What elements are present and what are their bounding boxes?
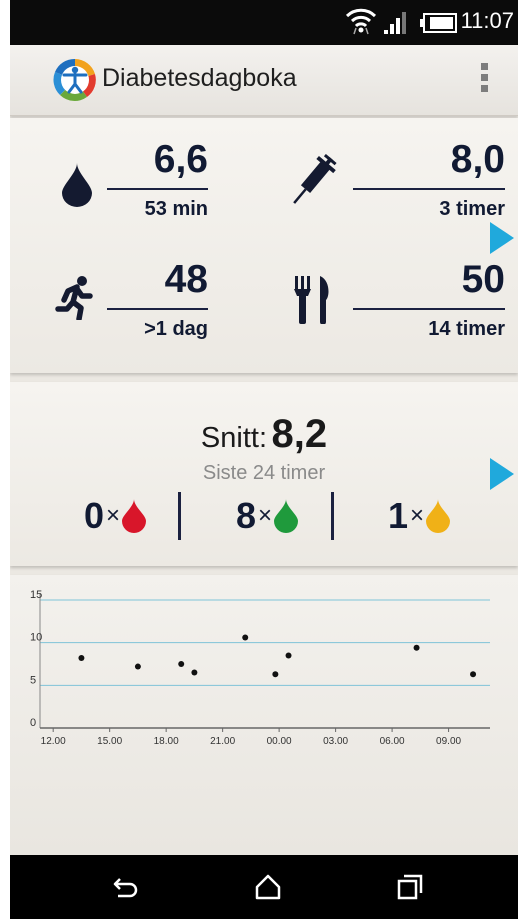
- status-bar: 11:07: [10, 0, 518, 45]
- y-tick-label: 10: [30, 632, 42, 644]
- count-high-value: 0: [84, 495, 105, 536]
- data-point: [191, 669, 198, 676]
- count-high: 0×: [84, 495, 147, 545]
- insulin-value: 8,0: [450, 138, 505, 181]
- x-tick-label: 03.00: [323, 736, 348, 747]
- data-point: [134, 663, 141, 670]
- syringe-icon: [285, 153, 345, 218]
- navigation-bar: [10, 855, 518, 919]
- latest-values-card[interactable]: 6,6 53 min 8,0 3 timer 48 >1 dag 50 14 t…: [10, 118, 518, 373]
- home-icon[interactable]: [254, 873, 282, 905]
- fork-knife-icon: [293, 276, 333, 328]
- data-point: [413, 644, 420, 651]
- data-point: [242, 634, 249, 641]
- data-point: [272, 671, 279, 678]
- app-title: Diabetesdagboka: [102, 64, 297, 92]
- average-card[interactable]: Snitt: 8,2 Siste 24 timer 0× 8× 1×: [10, 382, 518, 566]
- count-separator: [178, 492, 181, 540]
- glucose-chart-card[interactable]: 0 5 10 15 12.00 15.00 18.00 21.00 00.00 03.00 06.0…: [10, 575, 518, 855]
- x-tick-label: 06.00: [380, 736, 405, 747]
- average-label: Snitt:: [200, 422, 268, 454]
- insulin-time: 3 timer: [439, 198, 505, 220]
- app-logo-icon[interactable]: [52, 57, 98, 103]
- x-tick-label: 18.00: [154, 736, 179, 747]
- y-tick-label: 15: [30, 589, 42, 601]
- card-arrow-icon[interactable]: [490, 222, 514, 254]
- glucose-value: 6,6: [153, 138, 208, 181]
- activity-value: 48: [164, 258, 208, 301]
- phone-screen: 11:07 Diabetesdagboka 6,6 53 min 8,0 3 t…: [10, 0, 518, 919]
- back-icon[interactable]: [112, 873, 140, 905]
- x-tick-label: 21.00: [210, 736, 235, 747]
- count-normal-value: 8: [236, 495, 257, 536]
- average-text: Snitt: 8,2: [10, 412, 518, 457]
- activity-stat: 48 >1 dag: [55, 258, 275, 348]
- data-point: [285, 652, 292, 659]
- count-low-value: 1: [388, 495, 409, 536]
- glucose-time: 53 min: [144, 198, 208, 220]
- x-tick-label: 15.00: [97, 736, 122, 747]
- overflow-menu-icon[interactable]: [472, 61, 496, 101]
- signal-icon: [382, 6, 412, 40]
- card-arrow-icon[interactable]: [490, 458, 514, 490]
- action-bar: Diabetesdagboka: [10, 45, 518, 116]
- x-tick-label: 12.00: [41, 736, 66, 747]
- meal-stat: 50 14 timer: [285, 258, 505, 348]
- recent-apps-icon[interactable]: [396, 873, 424, 905]
- glucose-stat: 6,6 53 min: [62, 138, 282, 228]
- average-period: Siste 24 timer: [202, 462, 326, 484]
- red-drop-icon: [122, 499, 147, 533]
- count-low: 1×: [388, 495, 451, 545]
- average-value: 8,2: [271, 412, 328, 456]
- y-tick-label: 5: [30, 674, 36, 686]
- green-drop-icon: [274, 499, 299, 533]
- yellow-drop-icon: [426, 499, 451, 533]
- x-tick-label: 09.00: [436, 736, 461, 747]
- x-tick-label: 00.00: [267, 736, 292, 747]
- running-person-icon: [55, 276, 95, 324]
- count-separator: [331, 492, 334, 540]
- y-tick-label: 0: [30, 717, 36, 729]
- glucose-scatter-chart: 0 5 10 15 12.00 15.00 18.00 21.00 00.00 03.00 06.0…: [30, 589, 490, 747]
- data-point: [178, 661, 185, 667]
- count-normal: 8×: [236, 495, 299, 545]
- data-point: [78, 655, 85, 662]
- activity-time: >1 dag: [144, 318, 208, 340]
- battery-icon: [420, 12, 458, 38]
- meal-time: 14 timer: [428, 318, 505, 340]
- blood-drop-icon: [62, 163, 92, 211]
- data-point: [470, 671, 477, 678]
- insulin-stat: 8,0 3 timer: [285, 138, 505, 228]
- clock: 11:07: [460, 8, 514, 33]
- meal-value: 50: [461, 258, 505, 301]
- wifi-icon: [345, 6, 377, 40]
